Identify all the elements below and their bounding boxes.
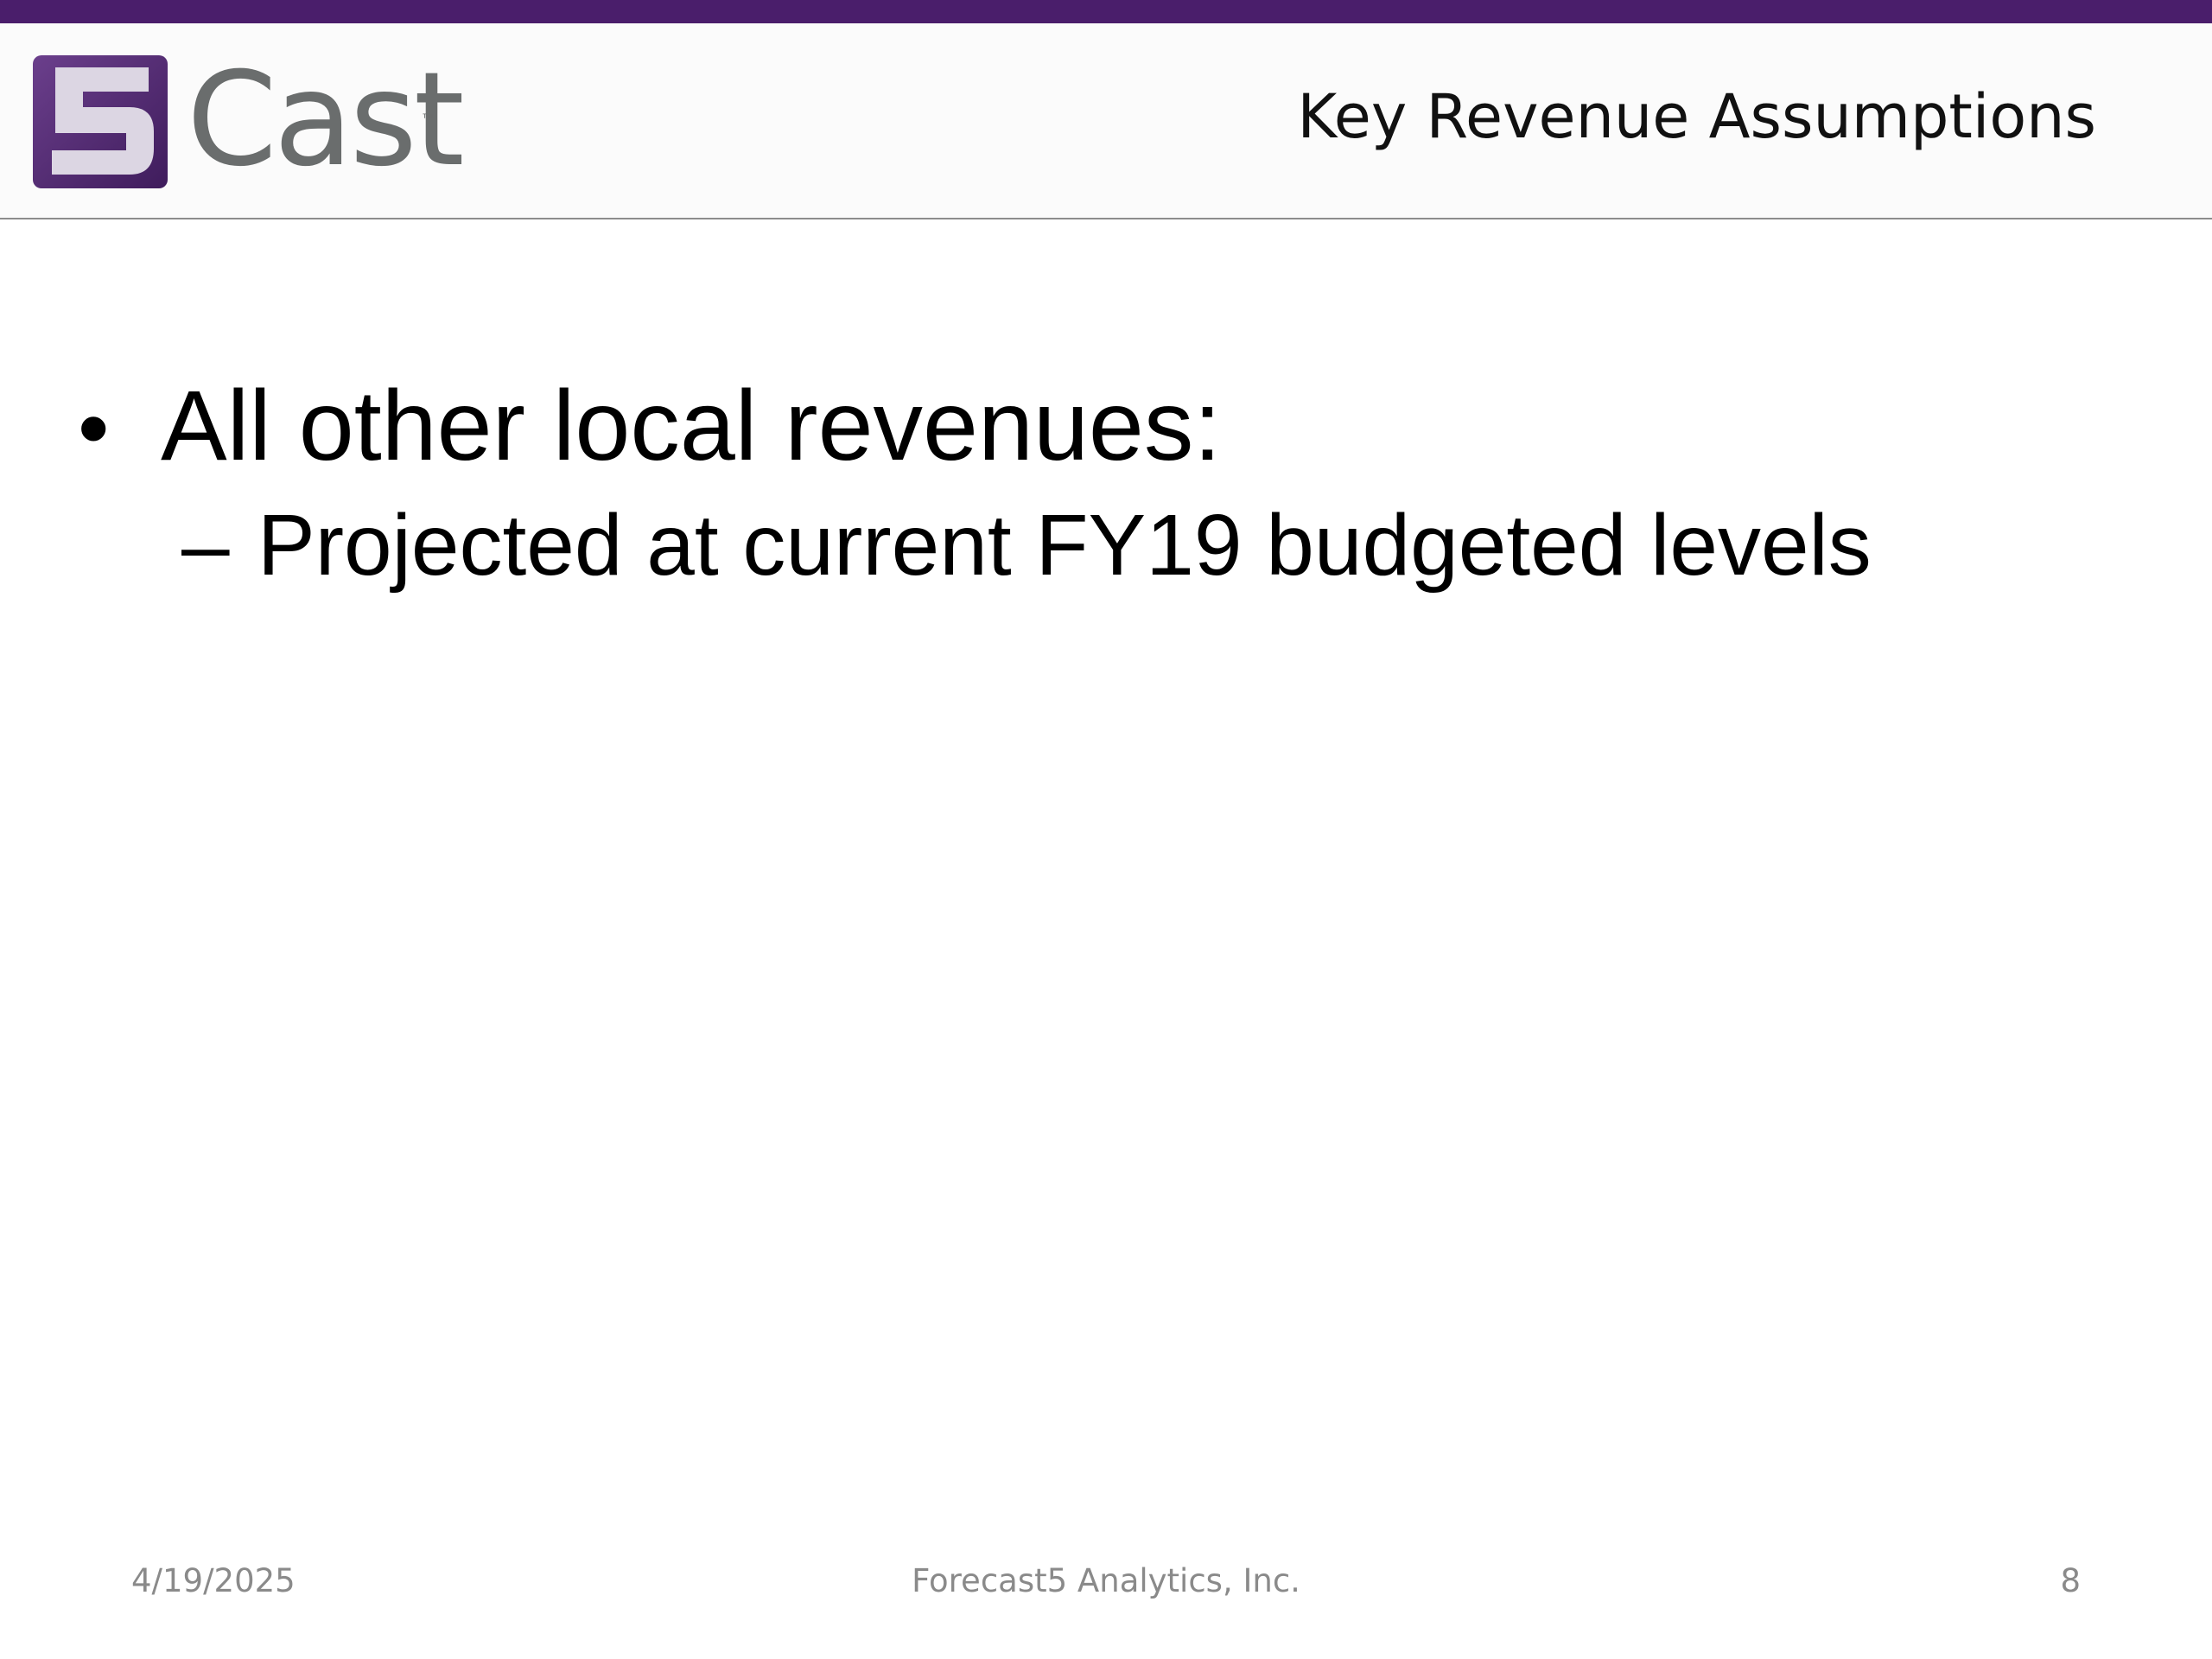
slide: Cast ™ Key Revenue Assumptions • All oth…: [0, 0, 2212, 1659]
slide-footer: 4/19/2025 Forecast5 Analytics, Inc. 8: [0, 1562, 2212, 1605]
footer-company: Forecast5 Analytics, Inc.: [912, 1562, 1300, 1599]
sub-bullet-marker: –: [181, 497, 230, 594]
slide-title: Key Revenue Assumptions: [1297, 81, 2096, 152]
sub-bullet-text: Projected at current FY19 budgeted level…: [257, 497, 1872, 594]
bullet-text: All other local revenues:: [161, 371, 1222, 481]
logo-wordmark: Cast: [187, 45, 465, 195]
bullet-item: • All other local revenues:: [78, 372, 2134, 480]
header-divider: [0, 218, 2212, 219]
slide-body: • All other local revenues: – Projected …: [78, 372, 2134, 593]
bullet-marker: •: [78, 378, 110, 479]
logo-5-icon: [33, 55, 168, 188]
brand-logo: Cast: [33, 45, 465, 195]
top-accent-bar: [0, 0, 2212, 23]
footer-page-number: 8: [2060, 1562, 2081, 1599]
sub-bullet-item: – Projected at current FY19 budgeted lev…: [78, 498, 2134, 593]
trademark-symbol: ™: [422, 111, 434, 124]
